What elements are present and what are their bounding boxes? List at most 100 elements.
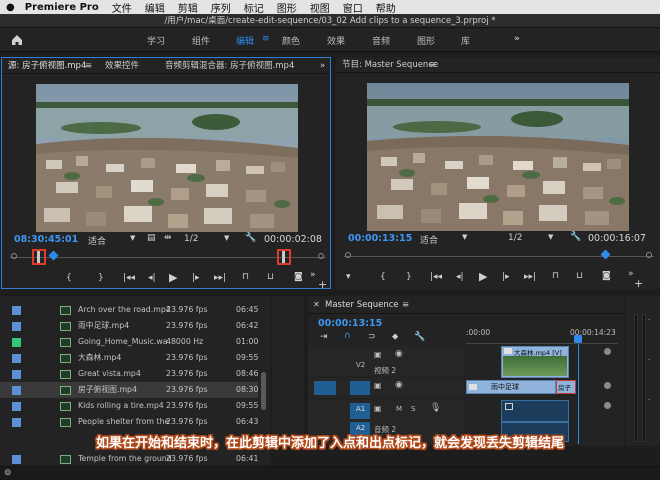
label-color-swatch[interactable] (12, 455, 21, 464)
source-tab-menu-icon[interactable]: ≡ (85, 58, 92, 73)
list-item[interactable]: People shelter from the 23.976 fps 06:43 (0, 414, 258, 430)
settings-page-icon[interactable]: ▤ (147, 233, 156, 243)
lift-icon[interactable]: ⊓ (552, 271, 559, 281)
program-resolution-dropdown[interactable]: 1/2 ▼ (508, 233, 558, 243)
overwrite-icon[interactable]: ⊔ (267, 272, 274, 282)
mark-in-icon[interactable]: { (380, 272, 386, 282)
list-item[interactable]: Kids rolling a tire.mp4 23.976 fps 09:55 (0, 398, 258, 414)
program-panel-expand-icon[interactable]: » (628, 269, 634, 279)
tab-audio-clip-mixer[interactable]: 音频剪辑混合器: 房子俯视图.mp4 (165, 58, 294, 73)
clip-v2[interactable]: 大森林.mp4 [V] (501, 346, 569, 378)
menu-sequence[interactable]: 序列 (211, 0, 231, 15)
step-back-icon[interactable]: ◂| (456, 272, 464, 282)
play-icon[interactable]: ▶ (169, 271, 177, 284)
add-marker-icon[interactable]: ⬥ (392, 332, 398, 342)
add-button-icon[interactable]: + (634, 277, 643, 290)
snap-icon[interactable]: ∩ (344, 331, 351, 341)
project-scrollbar[interactable] (261, 372, 266, 410)
menu-window[interactable]: 窗口 (343, 0, 363, 15)
solo-button[interactable]: S (411, 405, 415, 413)
source-panel-expand-icon[interactable]: » (310, 270, 316, 280)
film-icon[interactable]: ▣ (374, 404, 382, 413)
export-frame-icon[interactable]: ◙ (294, 272, 303, 282)
track-scroll-handle[interactable] (604, 402, 611, 409)
program-current-timecode[interactable]: 00:00:13:15 (348, 233, 412, 244)
menu-edit[interactable]: 编辑 (145, 0, 165, 15)
timeline-settings-icon[interactable]: 🔧 (414, 332, 425, 342)
step-back-icon[interactable]: ◂| (148, 273, 156, 283)
track-header-a1[interactable]: A1 ▣ M S 🎙 (308, 400, 464, 422)
film-icon[interactable]: ▣ (374, 381, 382, 390)
clip-v1-soccer[interactable]: 雨中足球 (466, 380, 556, 394)
clip-a1-audio[interactable] (501, 400, 569, 422)
list-item[interactable]: Going_Home_Music.wa 48000 Hz 01:00 (0, 334, 258, 350)
menu-help[interactable]: 帮助 (376, 0, 396, 15)
source-current-timecode[interactable]: 08:30:45:01 (14, 234, 78, 245)
eye-icon[interactable]: ◉ (395, 380, 403, 390)
mark-out-icon[interactable]: } (98, 273, 104, 283)
label-color-swatch[interactable] (12, 354, 21, 363)
menu-markers[interactable]: 标记 (244, 0, 264, 15)
eye-icon[interactable]: ◉ (395, 349, 403, 359)
step-forward-icon[interactable]: |▸ (502, 272, 510, 282)
track-header-v1[interactable]: ▣ ◉ (308, 378, 464, 398)
workspace-menu-icon[interactable]: ≡ (262, 34, 270, 44)
label-color-swatch[interactable] (12, 418, 21, 427)
menu-view[interactable]: 视图 (310, 0, 330, 15)
workspace-tab-effects[interactable]: 效果 (327, 34, 345, 47)
home-icon[interactable] (10, 32, 24, 46)
program-fit-dropdown[interactable]: 适合 ▼ (420, 233, 472, 246)
tab-source[interactable]: 源: 房子俯视图.mp4 (8, 58, 86, 73)
status-icon[interactable]: ⊚ (4, 468, 12, 478)
mark-out-icon[interactable]: } (406, 272, 412, 282)
workspace-tab-audio[interactable]: 音频 (372, 34, 390, 47)
menu-app-name[interactable]: Premiere Pro (25, 2, 99, 13)
label-color-swatch[interactable] (12, 402, 21, 411)
wrench-icon[interactable]: 🔧 (570, 232, 581, 242)
clip-v1-house[interactable]: 房子 (556, 380, 576, 394)
timeline-ruler[interactable]: :00:00 00:00:14:23 (466, 324, 618, 344)
microphone-icon[interactable]: 🎙 (430, 403, 441, 413)
playhead-indicator[interactable] (600, 249, 611, 260)
track-scroll-handle[interactable] (604, 382, 611, 389)
go-to-in-icon[interactable]: |◂◂ (430, 272, 442, 282)
apple-icon[interactable]: ● (6, 2, 15, 13)
track-scroll-handle[interactable] (604, 348, 611, 355)
list-item[interactable]: 大森林.mp4 23.976 fps 09:55 (0, 350, 258, 366)
go-to-out-icon[interactable]: ▸▸| (214, 273, 226, 283)
list-item-selected[interactable]: 房子俯视图.mp4 23.976 fps 08:30 (0, 382, 258, 398)
label-color-swatch[interactable] (12, 338, 21, 347)
list-item[interactable]: 雨中足球.mp4 23.976 fps 06:42 (0, 318, 258, 334)
track-header-v2[interactable]: V2 ▣ ◉ 视频 2 (308, 346, 464, 376)
workspace-tab-graphics[interactable]: 图形 (417, 34, 435, 47)
label-color-swatch[interactable] (12, 322, 21, 331)
workspace-tab-learn[interactable]: 学习 (147, 34, 165, 47)
close-icon[interactable]: ✕ (313, 296, 320, 313)
menu-clip[interactable]: 剪辑 (178, 0, 198, 15)
insert-overwrite-icon[interactable]: ⇥ (320, 332, 328, 342)
source-resolution-dropdown[interactable]: 1/2 ▼ (184, 234, 234, 244)
workspace-tab-libraries[interactable]: 库 (461, 34, 470, 47)
add-button-icon[interactable]: + (318, 278, 327, 291)
wrench-icon[interactable]: 🔧 (245, 233, 256, 243)
export-frame-icon[interactable]: ◙ (602, 271, 611, 281)
play-icon[interactable]: ▶ (479, 270, 487, 283)
label-color-swatch[interactable] (12, 370, 21, 379)
linked-selection-icon[interactable]: ⊃ (368, 332, 376, 342)
source-fit-dropdown[interactable]: 适合 ▼ (88, 234, 140, 247)
drag-handle-icon[interactable]: ⇹ (164, 233, 172, 243)
source-panel-overflow-icon[interactable]: » (320, 58, 325, 73)
playhead-indicator[interactable] (48, 250, 59, 261)
mark-in-icon[interactable]: ▾ (346, 272, 351, 282)
program-tab-menu-icon[interactable]: ≡ (429, 57, 436, 72)
program-time-ruler[interactable] (344, 249, 654, 263)
step-forward-icon[interactable]: |▸ (192, 273, 200, 283)
timeline-timecode[interactable]: 00:00:13:15 (318, 318, 382, 329)
workspace-tab-assembly[interactable]: 组件 (192, 34, 210, 47)
list-item[interactable]: Arch over the road.mp4 23.976 fps 06:45 (0, 302, 258, 318)
list-item[interactable]: Temple from the ground 23.976 fps 06:41 (0, 451, 258, 467)
tab-effect-controls[interactable]: 效果控件 (105, 58, 139, 73)
playhead[interactable] (574, 335, 582, 343)
film-icon[interactable]: ▣ (374, 350, 382, 359)
menu-file[interactable]: 文件 (112, 0, 132, 15)
